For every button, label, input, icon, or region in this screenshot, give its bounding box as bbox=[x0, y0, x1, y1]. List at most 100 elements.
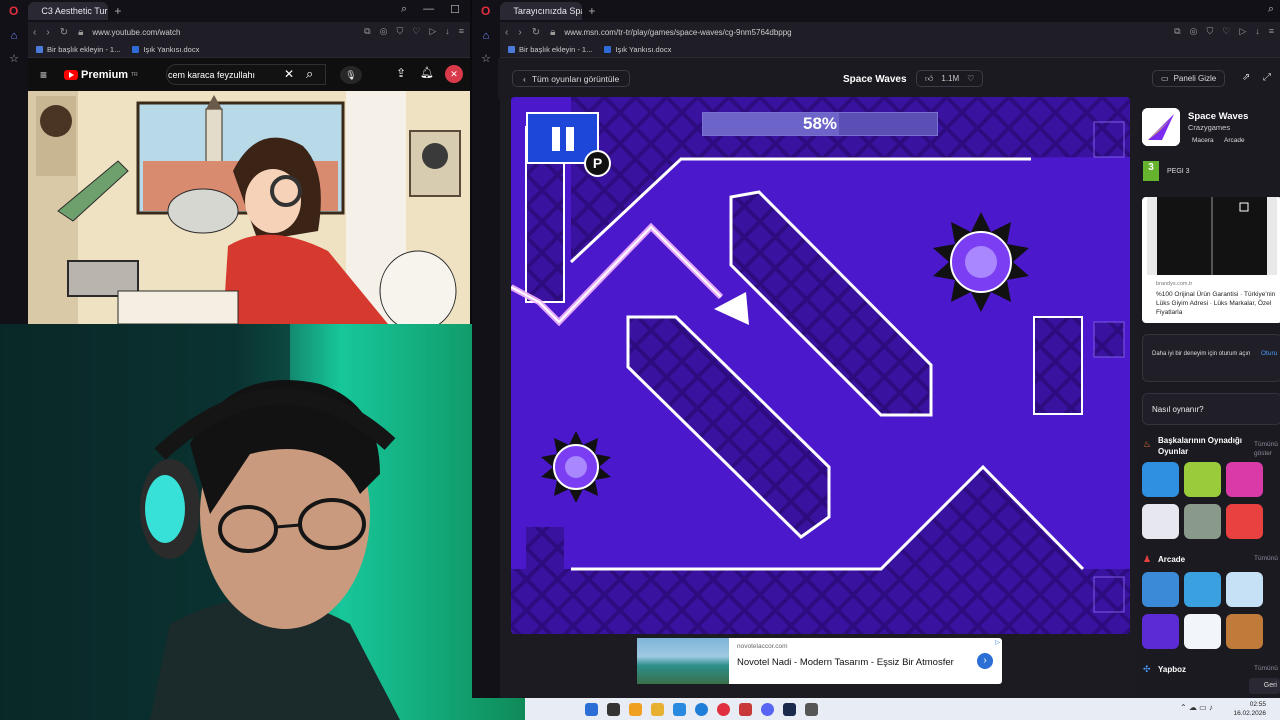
ad-choices-icon[interactable]: ▷ bbox=[995, 639, 1000, 646]
panel-developer[interactable]: Crazygames bbox=[1188, 123, 1230, 132]
download-icon[interactable]: ↓ bbox=[1255, 26, 1260, 37]
upload-icon[interactable]: ⇪ bbox=[396, 66, 406, 80]
clock-time: 02:55 bbox=[1249, 701, 1266, 708]
opera-logo-icon[interactable]: O bbox=[9, 4, 18, 18]
back-icon[interactable]: ‹ bbox=[33, 27, 36, 38]
section-puzzle-more[interactable]: Tümünü bbox=[1254, 665, 1278, 672]
game-thumb[interactable] bbox=[1142, 504, 1179, 539]
discord-icon[interactable] bbox=[761, 702, 774, 716]
youtube-search-input[interactable]: cem karaca feyzullahı bbox=[166, 64, 326, 85]
side-ad-title: %100 Orijinal Ürün Garantisi · Türkiye'n… bbox=[1156, 291, 1276, 316]
game-thumb[interactable] bbox=[1184, 504, 1221, 539]
youtube-video-player[interactable] bbox=[28, 91, 470, 324]
play-icon[interactable]: ▷ bbox=[429, 26, 436, 37]
game-thumb[interactable] bbox=[1142, 572, 1179, 607]
fullscreen-icon[interactable]: ⤢ bbox=[1263, 72, 1271, 83]
ad-hotel-image bbox=[637, 638, 729, 684]
back-icon[interactable]: ‹ bbox=[505, 27, 508, 38]
game-thumbnail[interactable] bbox=[1142, 108, 1180, 146]
url-field[interactable]: www.youtube.com/watch bbox=[92, 28, 180, 37]
menu-icon[interactable]: ≡ bbox=[1269, 26, 1274, 37]
reload-icon[interactable]: ↻ bbox=[60, 27, 68, 38]
thumbs-down-icon[interactable]: ♡ bbox=[967, 74, 974, 83]
signin-link[interactable]: Oturu bbox=[1261, 350, 1277, 357]
clear-search-icon[interactable]: ✕ bbox=[284, 67, 294, 81]
like-button[interactable]: 👍︎ 1.1M ♡ bbox=[916, 70, 984, 87]
reload-icon[interactable]: ↻ bbox=[532, 27, 540, 38]
new-tab-icon[interactable]: + bbox=[114, 4, 121, 18]
app-icon[interactable] bbox=[739, 702, 752, 716]
game-thumb[interactable] bbox=[1184, 614, 1221, 649]
section-others-more[interactable]: Tümünü göster bbox=[1254, 440, 1280, 458]
game-thumb[interactable] bbox=[1184, 572, 1221, 607]
home-icon[interactable]: ⌂ bbox=[11, 30, 18, 42]
game-thumb[interactable] bbox=[1142, 462, 1179, 497]
forward-icon[interactable]: › bbox=[46, 27, 49, 38]
star-icon[interactable]: ☆ bbox=[481, 52, 491, 65]
youtube-logo[interactable]: Premium TR bbox=[64, 69, 138, 81]
game-thumb[interactable] bbox=[1226, 614, 1263, 649]
taskview-icon[interactable] bbox=[607, 702, 620, 716]
opera-taskbar-icon[interactable] bbox=[717, 702, 730, 716]
opera-logo-icon[interactable]: O bbox=[481, 4, 490, 18]
game-thumb[interactable] bbox=[1226, 504, 1263, 539]
shield-icon[interactable]: ⛉ bbox=[1206, 26, 1213, 37]
search-tabs-icon[interactable]: ⌕ bbox=[401, 3, 407, 16]
right-tab-space-waves[interactable]: Tarayıcınızda Space Waves bbox=[500, 2, 583, 20]
pause-key-label: P bbox=[592, 155, 603, 171]
weather-icon[interactable] bbox=[585, 702, 598, 716]
search-tabs-icon[interactable]: ⌕ bbox=[1268, 3, 1274, 16]
minimize-icon[interactable]: — bbox=[423, 3, 434, 16]
hide-panel-button[interactable]: ▭ Paneli Gizle bbox=[1152, 70, 1226, 87]
share-icon[interactable]: ⇗ bbox=[1242, 72, 1250, 83]
avatar[interactable]: ✕ bbox=[445, 65, 463, 83]
heart-icon[interactable]: ♡ bbox=[412, 26, 420, 37]
left-tab-youtube[interactable]: C3 Aesthetic Turkish Stu bbox=[28, 2, 109, 20]
view-all-games-button[interactable]: ‹ Tüm oyunları görüntüle bbox=[512, 70, 631, 87]
copilot-icon[interactable] bbox=[629, 702, 642, 716]
app-icon[interactable] bbox=[805, 702, 818, 716]
star-icon[interactable]: ☆ bbox=[9, 52, 19, 65]
camera-icon[interactable]: ◎ bbox=[380, 26, 388, 37]
play-icon[interactable]: ▷ bbox=[1239, 26, 1246, 37]
section-arcade-more[interactable]: Tümünü bbox=[1254, 555, 1278, 562]
new-tab-icon[interactable]: + bbox=[588, 4, 595, 18]
menu-icon[interactable]: ≡ bbox=[459, 26, 464, 37]
feedback-button[interactable]: Geri bbox=[1249, 678, 1280, 694]
camera-icon[interactable]: ◎ bbox=[1190, 26, 1198, 37]
voice-search-icon[interactable]: 🎙︎ bbox=[340, 66, 362, 84]
game-thumb[interactable] bbox=[1226, 462, 1263, 497]
system-clock[interactable]: 02:55 16.02.2026 bbox=[1233, 700, 1266, 718]
game-thumb[interactable] bbox=[1184, 462, 1221, 497]
forward-icon[interactable]: › bbox=[518, 27, 521, 38]
bookmark-item[interactable]: Işık Yankısı.docx bbox=[604, 45, 671, 54]
store-icon[interactable] bbox=[673, 702, 686, 716]
bookmark-item[interactable]: Bir başlık ekleyin - 1... bbox=[508, 45, 592, 54]
right-tab-bar: O Tarayıcınızda Space Waves + ⌕ bbox=[472, 0, 1280, 22]
edge-icon[interactable] bbox=[695, 702, 708, 716]
tray-icons[interactable]: ⌃ ☁ ▭ ♪ bbox=[1180, 703, 1213, 712]
share-icon[interactable]: ⧉ bbox=[364, 26, 370, 37]
file-explorer-icon[interactable] bbox=[651, 702, 664, 716]
notifications-icon[interactable]: 🔔︎ bbox=[420, 66, 434, 79]
share-icon[interactable]: ⧉ bbox=[1174, 26, 1180, 37]
ad-arrow-icon[interactable]: › bbox=[977, 653, 993, 669]
game-thumb[interactable] bbox=[1226, 572, 1263, 607]
tag-chip[interactable]: Arcade bbox=[1224, 137, 1245, 144]
heart-icon[interactable]: ♡ bbox=[1222, 26, 1230, 37]
game-canvas[interactable] bbox=[511, 97, 1130, 634]
tag-chip[interactable]: Macera bbox=[1192, 137, 1214, 144]
url-field[interactable]: www.msn.com/tr-tr/play/games/space-waves… bbox=[564, 28, 791, 37]
steam-icon[interactable] bbox=[783, 702, 796, 716]
maximize-icon[interactable]: ☐ bbox=[450, 3, 460, 16]
hamburger-menu-icon[interactable]: ≡ bbox=[40, 68, 47, 82]
shield-icon[interactable]: ⛉ bbox=[396, 26, 403, 37]
side-ad[interactable]: brandys.com.tr %100 Orijinal Ürün Garant… bbox=[1142, 197, 1280, 323]
game-thumb[interactable] bbox=[1142, 614, 1179, 649]
download-icon[interactable]: ↓ bbox=[445, 26, 450, 37]
home-icon[interactable]: ⌂ bbox=[483, 30, 490, 42]
search-icon[interactable]: ⌕ bbox=[306, 66, 313, 82]
bookmark-item[interactable]: Bir başlık ekleyin - 1... bbox=[36, 45, 120, 54]
bookmark-item[interactable]: Işık Yankısı.docx bbox=[132, 45, 199, 54]
bottom-ad-banner[interactable]: novotelaccor.com Novotel Nadi - Modern T… bbox=[637, 638, 1002, 684]
